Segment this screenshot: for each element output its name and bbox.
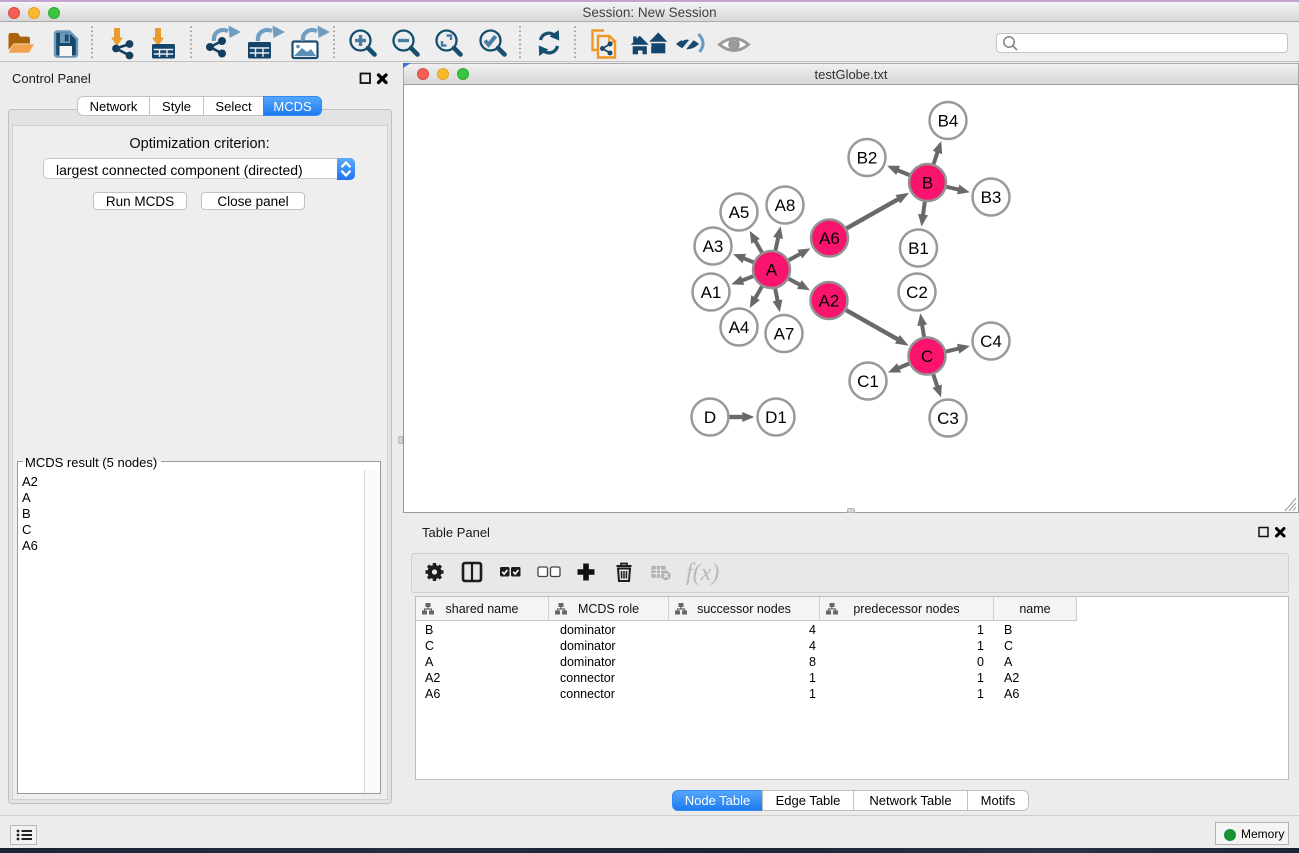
svg-text:A7: A7 — [774, 325, 795, 344]
svg-text:B3: B3 — [981, 188, 1002, 207]
svg-text:A4: A4 — [729, 318, 750, 337]
svg-text:B2: B2 — [857, 149, 878, 168]
svg-text:D: D — [704, 408, 716, 427]
svg-text:A: A — [766, 261, 778, 280]
svg-text:A1: A1 — [701, 283, 722, 302]
svg-text:f(x): f(x) — [686, 560, 719, 586]
svg-text:D1: D1 — [765, 408, 787, 427]
svg-text:C4: C4 — [980, 332, 1002, 351]
svg-text:A8: A8 — [775, 196, 796, 215]
svg-text:B4: B4 — [938, 112, 959, 131]
svg-text:A3: A3 — [703, 237, 724, 256]
svg-text:C1: C1 — [857, 372, 879, 391]
svg-text:B: B — [922, 174, 933, 193]
svg-text:C2: C2 — [906, 283, 928, 302]
svg-text:A5: A5 — [729, 203, 750, 222]
svg-text:C: C — [921, 347, 933, 366]
svg-text:C3: C3 — [937, 409, 959, 428]
svg-text:A6: A6 — [819, 229, 840, 248]
svg-text:B1: B1 — [908, 239, 929, 258]
svg-text:A2: A2 — [819, 292, 840, 311]
